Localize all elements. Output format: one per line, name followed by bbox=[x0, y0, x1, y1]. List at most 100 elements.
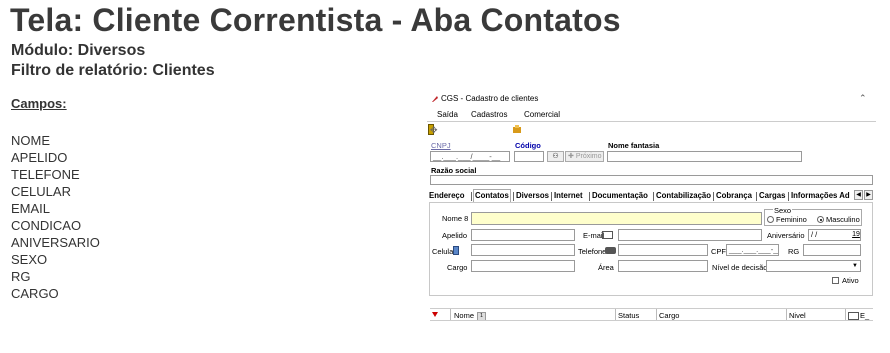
collapse-caret-icon[interactable]: ⌃ bbox=[859, 93, 867, 104]
grid-header-email[interactable]: E_ bbox=[848, 311, 870, 321]
feminino-radio[interactable] bbox=[767, 216, 774, 223]
table-row[interactable] bbox=[430, 321, 873, 331]
field-item: EMAIL bbox=[11, 201, 51, 216]
tab-separator bbox=[551, 192, 552, 201]
tab-cargas[interactable]: Cargas bbox=[759, 190, 785, 202]
email-input[interactable] bbox=[618, 229, 762, 241]
module-subtitle: Módulo: Diversos bbox=[11, 42, 146, 59]
fields-heading: Campos: bbox=[11, 96, 67, 111]
codigo-input[interactable] bbox=[514, 151, 544, 162]
nome-label-text: Nome bbox=[442, 214, 463, 223]
app-icon bbox=[432, 96, 438, 102]
field-item: APELIDO bbox=[11, 150, 68, 165]
tab-diversos[interactable]: Diversos bbox=[516, 190, 549, 202]
tab-scroll-right-icon[interactable]: ▶ bbox=[864, 190, 873, 200]
razao-social-input[interactable] bbox=[430, 175, 873, 185]
sexo-label: Sexo bbox=[773, 206, 793, 215]
menu-saida[interactable]: Saída bbox=[437, 110, 458, 119]
tab-separator bbox=[756, 192, 757, 201]
move-icon[interactable]: ✥ bbox=[430, 125, 438, 136]
toolbar: ✥ bbox=[427, 121, 876, 136]
feminino-label[interactable]: Feminino bbox=[776, 215, 807, 224]
tab-separator bbox=[513, 192, 514, 201]
area-label: Área bbox=[598, 263, 614, 272]
email-icon[interactable] bbox=[602, 231, 613, 239]
field-item: CONDICAO bbox=[11, 218, 82, 233]
tab-endereco[interactable]: Endereço bbox=[429, 190, 465, 202]
row-indicator-icon bbox=[432, 312, 438, 317]
rg-label: RG bbox=[788, 247, 800, 256]
grid-separator bbox=[845, 309, 846, 320]
menu-comercial[interactable]: Comercial bbox=[524, 110, 560, 119]
page-title: Tela: Cliente Correntista - Aba Contatos bbox=[10, 2, 621, 38]
tab-separator bbox=[589, 192, 590, 201]
codigo-label: Código bbox=[515, 141, 541, 150]
telefone-label: Telefone bbox=[578, 247, 607, 256]
telephone-icon bbox=[605, 247, 616, 254]
celular-input[interactable] bbox=[471, 244, 575, 256]
chevron-down-icon[interactable]: ▼ bbox=[850, 261, 860, 271]
field-item: SEXO bbox=[11, 252, 48, 267]
proximo-button[interactable]: ✚ Próximo bbox=[565, 151, 604, 162]
tab-separator bbox=[713, 192, 714, 201]
masculino-label[interactable]: Masculino bbox=[826, 215, 860, 224]
cargo-label: Cargo bbox=[447, 263, 468, 272]
tab-bar: Endereço Contatos Diversos Internet Docu… bbox=[429, 189, 873, 202]
tab-separator bbox=[471, 192, 472, 201]
tab-documentacao[interactable]: Documentação bbox=[592, 190, 648, 202]
tab-internet[interactable]: Internet bbox=[554, 190, 583, 202]
cnpj-label[interactable]: CNPJ bbox=[431, 141, 451, 150]
grid-header-email-text: E_ bbox=[860, 311, 870, 320]
telefone-input[interactable] bbox=[618, 244, 708, 256]
grid-header-status[interactable]: Status bbox=[618, 311, 639, 320]
grid-header-nome[interactable]: Nome 1 bbox=[454, 311, 487, 321]
binoculars-icon[interactable]: ⚇ bbox=[547, 151, 564, 162]
menu-cadastros[interactable]: Cadastros bbox=[471, 110, 507, 119]
razao-social-label: Razão social bbox=[431, 166, 477, 175]
client-register-window: CGS - Cadastro de clientes ⌃ Saída Cadas… bbox=[427, 91, 876, 349]
nivel-decisao-select[interactable] bbox=[766, 260, 861, 272]
grid-header-nome-text: Nome bbox=[454, 311, 475, 320]
nome-input[interactable] bbox=[471, 212, 762, 225]
fields-list: NOME APELIDO TELEFONE CELULAR EMAIL COND… bbox=[11, 132, 100, 302]
cpf-input[interactable]: ___.___.___-__ bbox=[726, 244, 779, 256]
calendar-icon[interactable]: 19 bbox=[852, 230, 860, 239]
nome-fantasia-input[interactable] bbox=[607, 151, 802, 162]
grid-separator bbox=[656, 309, 657, 320]
field-item: CELULAR bbox=[11, 184, 71, 199]
mobile-phone-icon bbox=[453, 246, 459, 255]
field-item: CARGO bbox=[11, 286, 59, 301]
contacts-grid: Nome 1 Status Cargo Nivel E_ bbox=[430, 308, 873, 331]
window-title: CGS - Cadastro de clientes bbox=[441, 94, 539, 103]
rg-input[interactable] bbox=[803, 244, 861, 256]
tab-contabilizacao[interactable]: Contabilização bbox=[656, 190, 711, 202]
tab-cobranca[interactable]: Cobrança bbox=[716, 190, 752, 202]
grid-header-nivel[interactable]: Nivel bbox=[789, 311, 806, 320]
field-item: ANIVERSARIO bbox=[11, 235, 100, 250]
nome-label: Nome 8 bbox=[442, 214, 468, 223]
ativo-checkbox[interactable] bbox=[832, 277, 839, 284]
area-input[interactable] bbox=[618, 260, 708, 272]
apelido-label: Apelido bbox=[442, 231, 468, 240]
apelido-input[interactable] bbox=[471, 229, 575, 241]
grid-header-cargo[interactable]: Cargo bbox=[659, 311, 679, 320]
aniversario-label: Aniversário bbox=[767, 231, 805, 240]
cargo-input[interactable] bbox=[471, 260, 575, 272]
menu-bar: Saída Cadastros Comercial bbox=[427, 107, 876, 135]
nome-fantasia-label: Nome fantasia bbox=[608, 141, 660, 150]
field-item: RG bbox=[11, 269, 31, 284]
masculino-radio[interactable] bbox=[817, 216, 824, 223]
window-titlebar: CGS - Cadastro de clientes ⌃ bbox=[427, 91, 876, 107]
tab-informacoes-ad[interactable]: Informações Ad bbox=[791, 190, 853, 202]
ativo-label[interactable]: Ativo bbox=[842, 276, 859, 285]
tab-contatos[interactable]: Contatos bbox=[475, 190, 509, 202]
cnpj-input[interactable]: __.___.___/____-__ bbox=[430, 151, 510, 162]
tab-separator bbox=[653, 192, 654, 201]
tab-scroll-left-icon[interactable]: ◀ bbox=[854, 190, 863, 200]
email-icon bbox=[848, 312, 859, 321]
grid-separator bbox=[786, 309, 787, 320]
field-item: TELEFONE bbox=[11, 167, 80, 182]
grid-separator bbox=[615, 309, 616, 320]
cpf-label: CPF bbox=[711, 247, 726, 256]
filter-subtitle: Filtro de relatório: Clientes bbox=[11, 62, 215, 79]
